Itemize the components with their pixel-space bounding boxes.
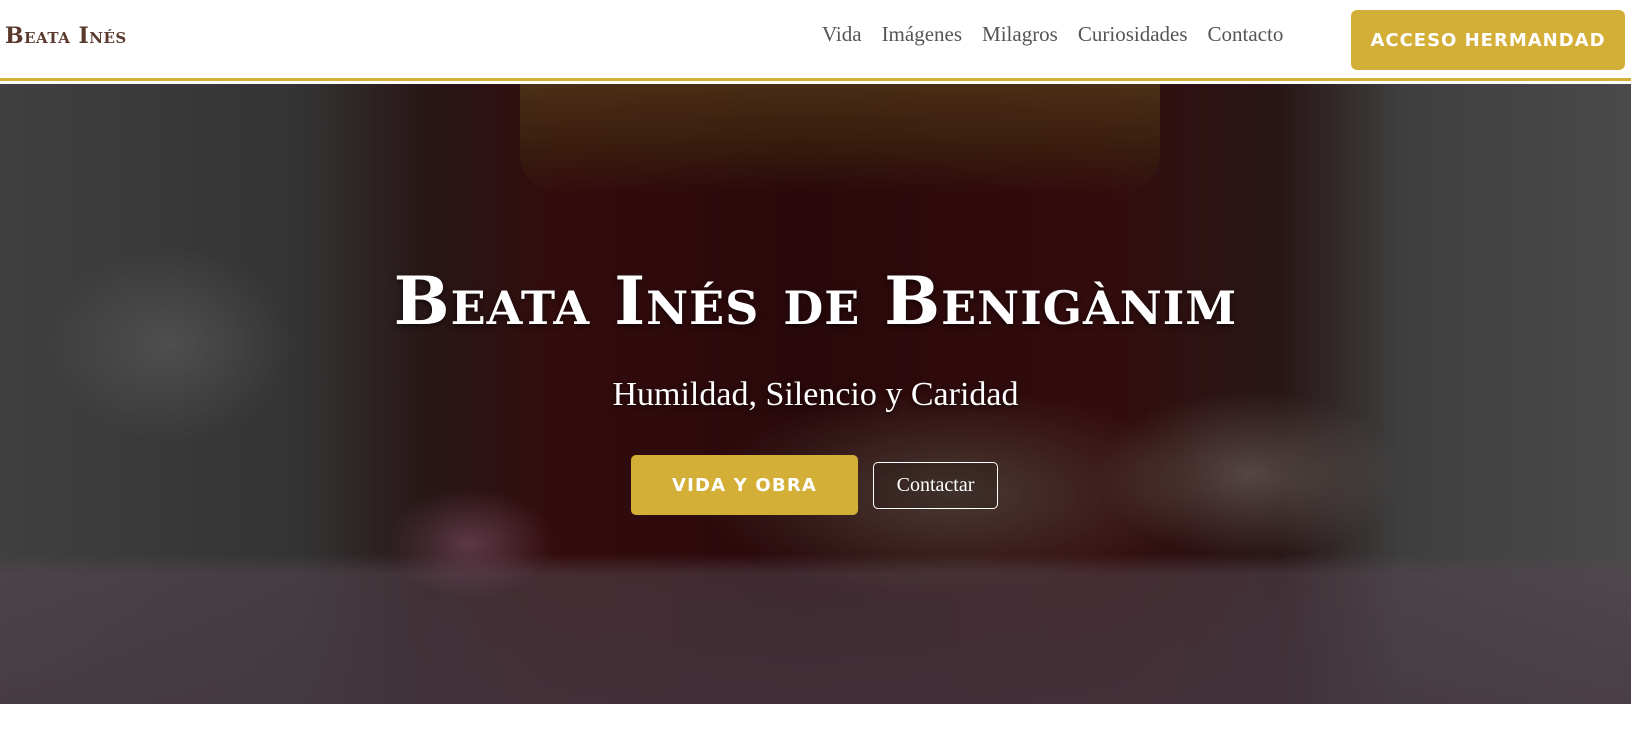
acceso-hermandad-button[interactable]: ACCESO HERMANDAD	[1351, 10, 1625, 70]
nav-link-vida[interactable]: Vida	[822, 22, 862, 47]
main-nav: Vida Imágenes Milagros Curiosidades Cont…	[822, 22, 1303, 47]
nav-link-milagros[interactable]: Milagros	[982, 22, 1058, 47]
brand-logo-link[interactable]: Beata Inés	[5, 23, 127, 49]
vida-y-obra-button[interactable]: VIDA Y OBRA	[631, 455, 858, 515]
nav-link-curiosidades[interactable]: Curiosidades	[1078, 22, 1188, 47]
hero-subtitle: Humildad, Silencio y Caridad	[612, 376, 1019, 413]
contactar-button[interactable]: Contactar	[873, 462, 998, 509]
nav-link-contacto[interactable]: Contacto	[1208, 22, 1284, 47]
site-header: Beata Inés Vida Imágenes Milagros Curios…	[0, 0, 1631, 81]
nav-link-imagenes[interactable]: Imágenes	[882, 22, 962, 47]
hero-title: Beata Inés de Benigànim	[393, 262, 1238, 340]
hero-section: Beata Inés de Benigànim Humildad, Silenc…	[0, 84, 1631, 704]
